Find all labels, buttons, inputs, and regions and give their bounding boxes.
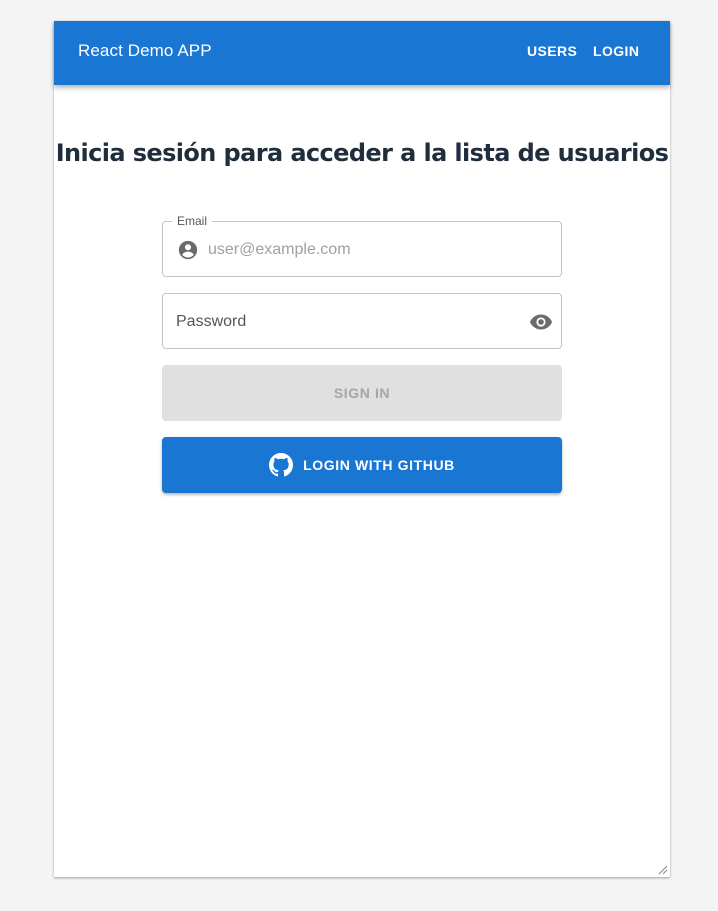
app-bar: React Demo APP USERS LOGIN	[54, 21, 670, 85]
password-input[interactable]	[176, 310, 516, 334]
eye-icon	[530, 314, 552, 330]
email-label: Email	[172, 214, 213, 228]
resize-handle-icon[interactable]	[656, 863, 668, 875]
sign-in-button[interactable]: SIGN IN	[162, 365, 562, 421]
password-field	[162, 293, 562, 349]
account-circle-icon	[178, 240, 198, 260]
login-with-github-button[interactable]: LOGIN WITH GITHUB	[162, 437, 562, 493]
email-input[interactable]	[208, 238, 548, 262]
email-field: Email	[162, 214, 562, 277]
toggle-password-visibility-button[interactable]	[529, 310, 553, 334]
login-with-github-label: LOGIN WITH GITHUB	[303, 457, 455, 473]
app-title: React Demo APP	[78, 41, 212, 60]
nav-login-button[interactable]: LOGIN	[593, 43, 639, 59]
github-icon	[269, 453, 294, 477]
login-card: React Demo APP USERS LOGIN Inicia sesión…	[54, 21, 670, 877]
page-title: Inicia sesión para acceder a la lista de…	[55, 139, 669, 167]
nav-users-button[interactable]: USERS	[527, 43, 577, 59]
